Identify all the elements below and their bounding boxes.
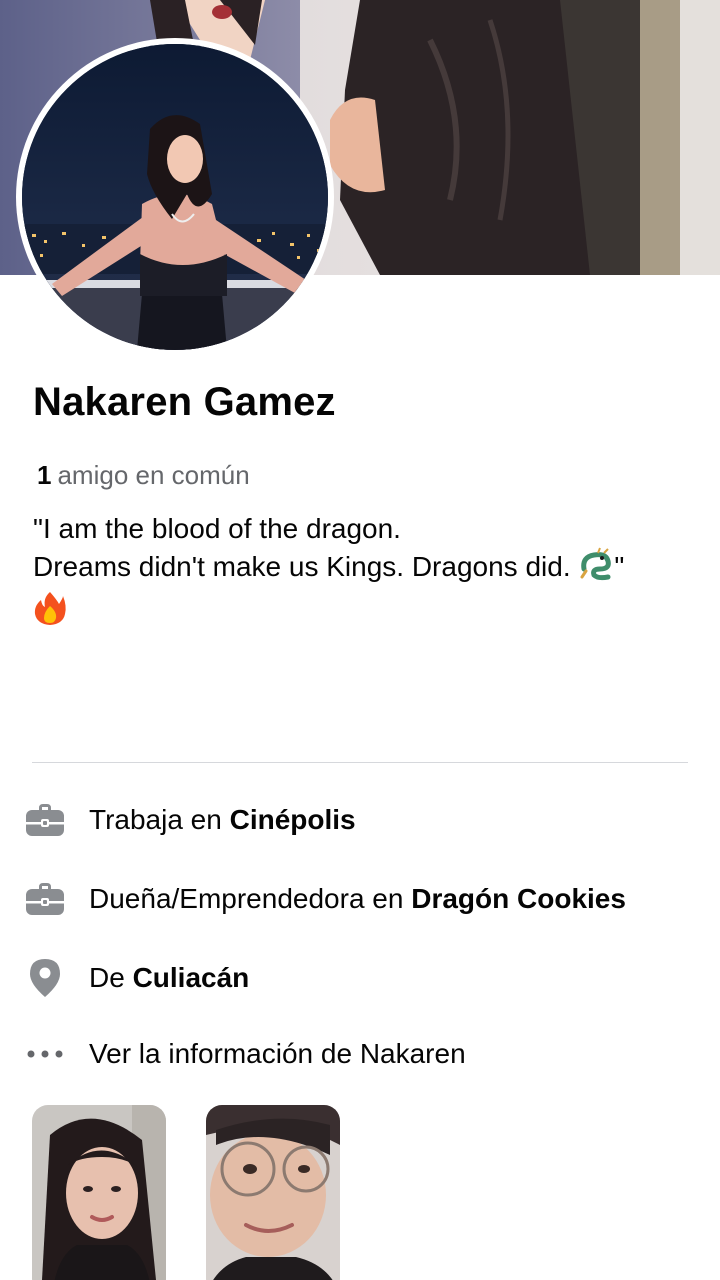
info-work-place-link[interactable]: Cinépolis [230,804,356,835]
bio-line-1: "I am the blood of the dragon. [33,513,401,544]
info-hometown-place-link[interactable]: Culiacán [133,962,250,993]
profile-name: Nakaren Gamez [33,380,336,424]
briefcase-icon [24,877,66,921]
more-dots-icon [24,1032,66,1076]
fire-emoji-icon [33,590,67,635]
info-business-place-link[interactable]: Dragón Cookies [411,883,626,914]
bio-line-2: Dreams didn't make us Kings. Dragons did… [33,547,703,590]
bio-line-2-end: " [614,550,625,582]
section-divider [32,762,688,763]
info-work-cinepolis[interactable]: Trabaja en Cinépolis [24,798,356,842]
profile-bio: "I am the blood of the dragon. Dreams di… [33,510,703,635]
briefcase-icon [24,798,66,842]
info-hometown[interactable]: De Culiacán [24,956,249,1000]
info-hometown-prefix: De [89,962,125,993]
avatar [22,44,328,350]
info-work-prefix: Trabaja en [89,804,222,835]
mutual-friends-label: amigo en común [57,460,250,490]
info-business-text: Dueña/Emprendedora en Dragón Cookies [89,883,626,915]
location-pin-icon [24,956,66,1000]
mutual-friends[interactable]: 1 amigo en común [37,460,250,491]
mutual-friends-count: 1 [37,460,52,490]
info-hometown-text: De Culiacán [89,962,249,994]
info-business-prefix: Dueña/Emprendedora en [89,883,404,914]
dragon-emoji-icon [578,547,614,590]
info-work-dragon-cookies[interactable]: Dueña/Emprendedora en Dragón Cookies [24,877,626,921]
see-about-info[interactable]: Ver la información de Nakaren [24,1032,466,1076]
info-work-text: Trabaja en Cinépolis [89,804,356,836]
see-about-info-label: Ver la información de Nakaren [89,1038,466,1069]
featured-photo-1[interactable] [32,1105,166,1280]
profile-picture[interactable] [16,38,334,356]
bio-line-3 [33,590,703,635]
bio-line-2-text: Dreams didn't make us Kings. Dragons did… [33,550,571,582]
featured-photo-2[interactable] [206,1105,340,1280]
